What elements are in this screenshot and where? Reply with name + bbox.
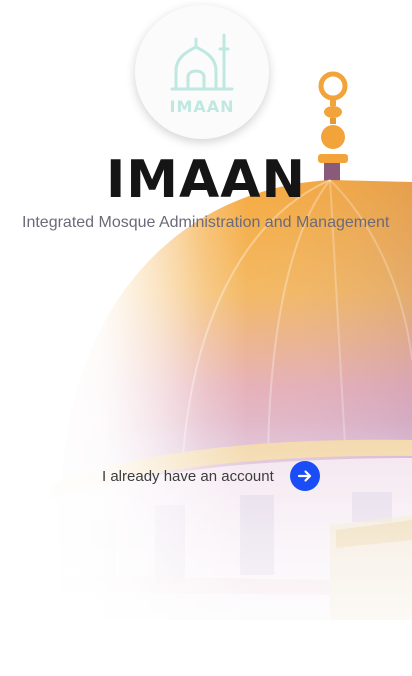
- app-subtitle: Integrated Mosque Administration and Man…: [22, 214, 390, 231]
- app-logo: IMAAN: [135, 5, 269, 139]
- arrow-right-icon: [297, 470, 311, 482]
- mosque-icon: [170, 33, 234, 91]
- existing-account-label: I already have an account: [102, 467, 274, 485]
- logo-wordmark: IMAAN: [169, 97, 235, 116]
- existing-account-link[interactable]: I already have an account: [102, 459, 320, 493]
- continue-button[interactable]: [289, 461, 320, 491]
- app-title: IMAAN: [105, 150, 307, 210]
